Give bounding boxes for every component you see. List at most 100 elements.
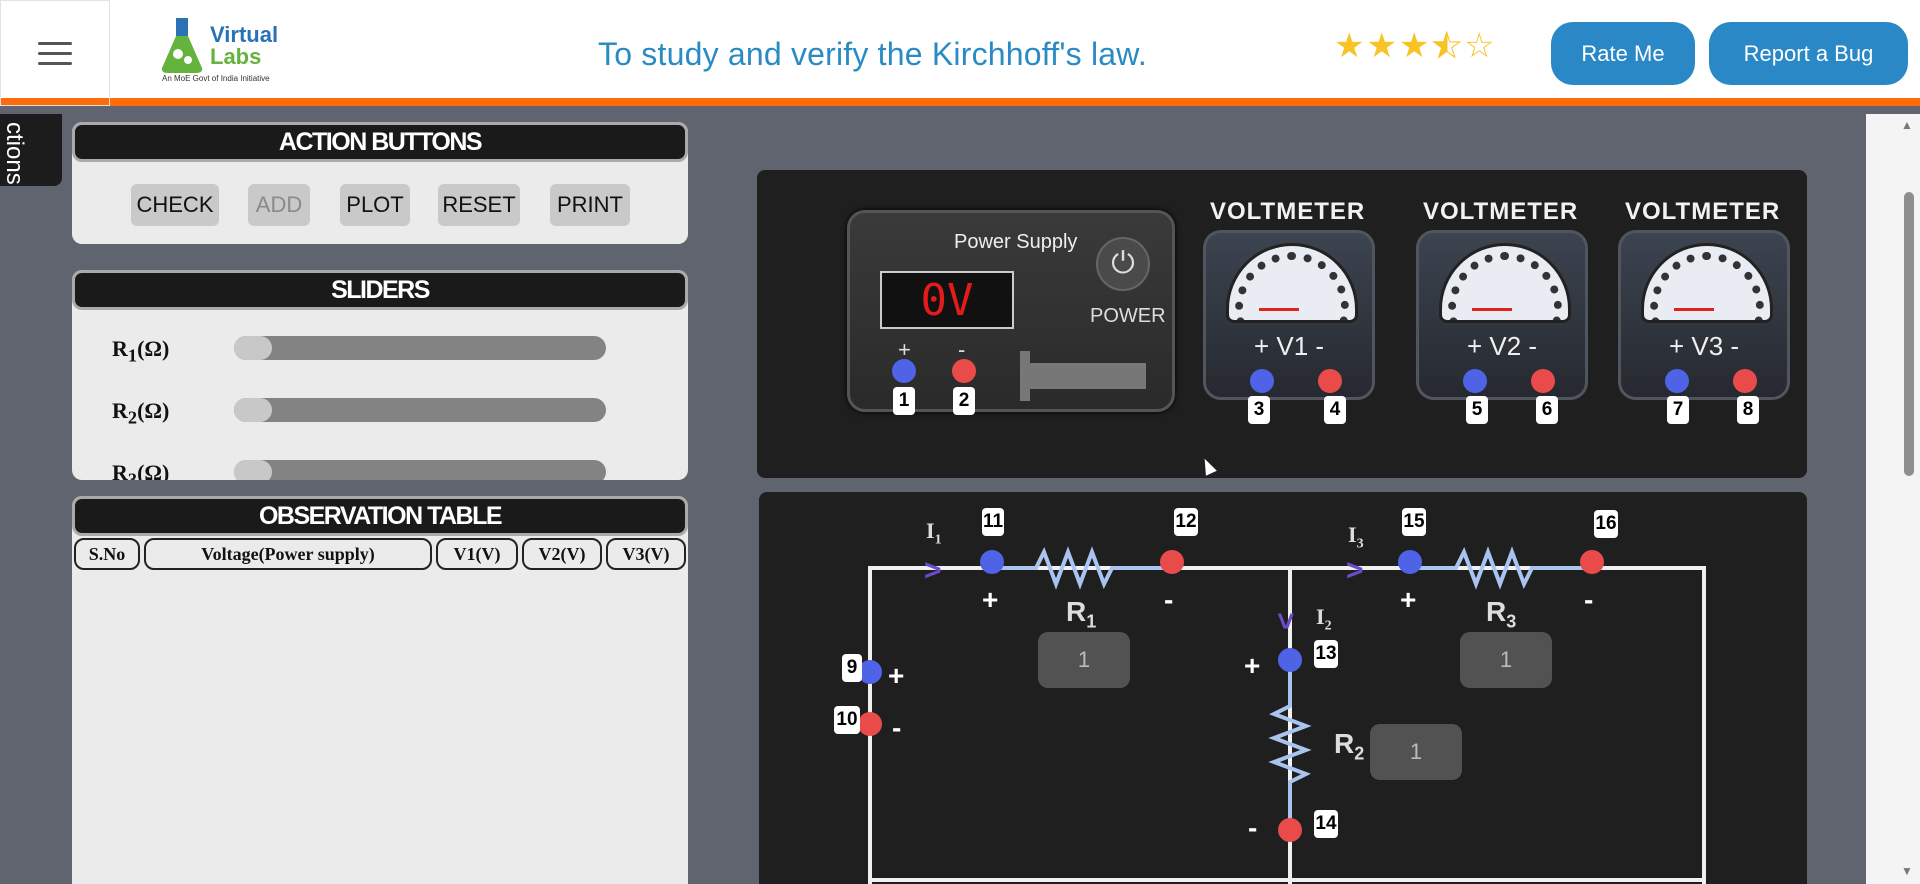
terminal-2[interactable] [952, 359, 976, 383]
page-scrollbar[interactable]: ▲ ▼ [1866, 114, 1920, 884]
star-rating[interactable]: ★★★★☆ [1334, 26, 1496, 66]
terminal-label-8: 8 [1737, 396, 1759, 424]
terminal-11[interactable] [980, 550, 1004, 574]
current-i3-label: I3 [1348, 522, 1364, 552]
terminal-5[interactable] [1463, 369, 1487, 393]
slider-r3-thumb[interactable] [234, 460, 272, 480]
action-buttons-title: ACTION BUTTONS [72, 122, 688, 162]
star-icon[interactable]: ★ [1366, 27, 1398, 65]
slider-r3-label: R3(Ω) [112, 460, 170, 480]
observation-table-panel: OBSERVATION TABLE S.No Voltage(Power sup… [72, 496, 688, 884]
terminal-16[interactable] [1580, 550, 1604, 574]
voltmeter-3-name: + V3 - [1668, 331, 1740, 361]
plus-sign: + [888, 660, 905, 691]
voltage-knob[interactable] [1020, 351, 1146, 401]
terminal-1[interactable] [892, 359, 916, 383]
resistor-r2-input[interactable]: 1 [1370, 724, 1462, 780]
col-v1: V1(V) [436, 538, 518, 570]
check-button[interactable]: CHECK [131, 184, 219, 226]
resistor-r3-input[interactable]: 1 [1460, 632, 1552, 688]
half-star-icon[interactable]: ★ [1431, 27, 1463, 66]
menu-button[interactable] [0, 0, 110, 106]
sliders-panel: SLIDERS R1(Ω) R2(Ω) R3(Ω) [72, 270, 688, 480]
power-supply-display: 0V [880, 271, 1014, 329]
minus-sign: - [1164, 584, 1174, 615]
scroll-thumb[interactable] [1904, 192, 1914, 476]
minus-sign: - [892, 712, 902, 743]
resistor-r3-icon [1416, 546, 1586, 590]
slider-r3-track[interactable] [234, 460, 606, 480]
voltmeter-3: + V3 - [1618, 230, 1790, 400]
terminal-8[interactable] [1733, 369, 1757, 393]
terminal-label-5: 5 [1466, 396, 1488, 424]
rate-me-button[interactable]: Rate Me [1551, 22, 1695, 85]
resistor-r1-label: R1 [1066, 596, 1097, 632]
scroll-down-icon[interactable]: ▼ [1901, 864, 1913, 878]
terminal-label-6: 6 [1536, 396, 1558, 424]
instructions-tab[interactable]: ctions [0, 114, 62, 186]
col-v2: V2(V) [522, 538, 602, 570]
terminal-12[interactable] [1160, 550, 1184, 574]
power-label: POWER [1090, 305, 1166, 327]
terminal-6[interactable] [1531, 369, 1555, 393]
star-icon[interactable]: ★ [1334, 27, 1366, 65]
resistor-r2-icon [1268, 654, 1312, 824]
logo-text-labs: Labs [210, 44, 262, 69]
col-sno: S.No [74, 538, 140, 570]
current-i1-label: I1 [926, 518, 942, 548]
terminal-label-15: 15 [1402, 508, 1426, 536]
power-supply: Power Supply 0V ⏻ POWER + - 1 2 [847, 210, 1175, 415]
terminal-label-11: 11 [982, 508, 1004, 536]
flask-icon [161, 18, 203, 73]
terminal-label-10: 10 [834, 706, 860, 734]
power-supply-title: Power Supply [954, 231, 1078, 253]
add-button[interactable]: ADD [248, 184, 310, 226]
voltmeter-2: + V2 - [1416, 230, 1588, 400]
slider-r2-track[interactable] [234, 398, 606, 422]
resistor-r1-icon [996, 546, 1166, 590]
voltmeter-1-title: VOLTMETER [1210, 198, 1366, 225]
col-voltage: Voltage(Power supply) [144, 538, 432, 570]
terminal-4[interactable] [1318, 369, 1342, 393]
terminal-14[interactable] [1278, 818, 1302, 842]
terminal-13[interactable] [1278, 648, 1302, 672]
minus-sign: - [1248, 812, 1258, 843]
instructions-tab-label: ctions [1, 122, 28, 185]
star-icon[interactable]: ★ [1399, 27, 1431, 65]
resistor-r1-input[interactable]: 1 [1038, 632, 1130, 688]
plot-button[interactable]: PLOT [340, 184, 410, 226]
top-header: Virtual Labs An MoE Govt of India Initia… [0, 0, 1920, 106]
col-v3: V3(V) [606, 538, 686, 570]
hamburger-icon [38, 35, 72, 72]
slider-r1-label: R1(Ω) [112, 336, 170, 366]
plus-sign: + [1400, 584, 1417, 615]
slider-r2-thumb[interactable] [234, 398, 272, 422]
terminal-label-13: 13 [1314, 640, 1338, 668]
terminal-7[interactable] [1665, 369, 1689, 393]
wire-bottom [868, 878, 1706, 882]
voltmeter-1-dial [1226, 243, 1358, 323]
virtual-labs-logo[interactable]: Virtual Labs An MoE Govt of India Initia… [150, 16, 280, 86]
voltmeter-1: + V1 - [1203, 230, 1375, 400]
terminal-label-3: 3 [1248, 396, 1270, 424]
logo-subtitle: An MoE Govt of India Initiative [162, 74, 270, 83]
voltmeter-3-title: VOLTMETER [1625, 198, 1781, 225]
terminal-15[interactable] [1398, 550, 1422, 574]
report-bug-button[interactable]: Report a Bug [1709, 22, 1908, 85]
reset-button[interactable]: RESET [438, 184, 520, 226]
slider-r1-track[interactable] [234, 336, 606, 360]
page-title: To study and verify the Kirchhoff's law. [598, 36, 1147, 72]
print-button[interactable]: PRINT [550, 184, 630, 226]
arrow-right-icon: > [924, 554, 942, 587]
empty-star-icon[interactable]: ☆ [1464, 27, 1496, 65]
terminal-label-7: 7 [1667, 396, 1689, 424]
slider-r1-thumb[interactable] [234, 336, 272, 360]
terminal-label-12: 12 [1174, 508, 1198, 536]
terminal-10[interactable] [858, 712, 882, 736]
slider-r2-label: R2(Ω) [112, 398, 170, 428]
terminal-label-14: 14 [1314, 810, 1338, 838]
terminal-3[interactable] [1250, 369, 1274, 393]
terminal-label-2: 2 [953, 387, 975, 415]
power-icon[interactable]: ⏻ [1096, 237, 1150, 291]
scroll-up-icon[interactable]: ▲ [1901, 118, 1913, 132]
